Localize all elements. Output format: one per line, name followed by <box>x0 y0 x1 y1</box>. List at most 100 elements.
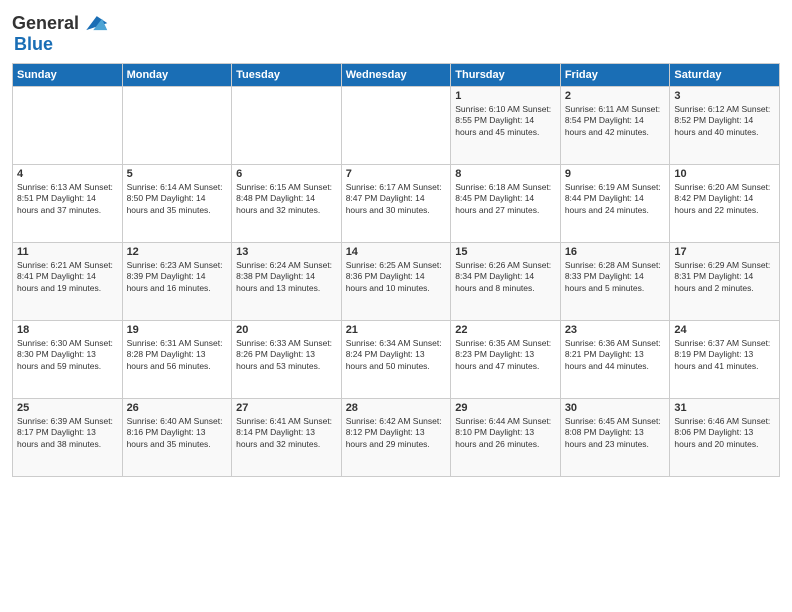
day-number: 31 <box>674 402 775 414</box>
calendar-cell: 27 Sunrise: 6:41 AM Sunset: 8:14 PM Dayli… <box>232 399 342 477</box>
day-number: 9 <box>565 168 666 180</box>
calendar-week-1: 1Sunrise: 6:10 AM Sunset: 8:55 PM Daylig… <box>13 87 780 165</box>
calendar-cell: 30 Sunrise: 6:45 AM Sunset: 8:08 PM Dayli… <box>560 399 670 477</box>
calendar-cell: 23 Sunrise: 6:36 AM Sunset: 8:21 PM Dayli… <box>560 321 670 399</box>
calendar-cell: 21Sunrise: 6:34 AM Sunset: 8:24 PM Dayli… <box>341 321 451 399</box>
day-info: Sunrise: 6:28 AM Sunset: 8:33 PM Dayligh… <box>565 260 666 294</box>
calendar-cell: 5 Sunrise: 6:14 AM Sunset: 8:50 PM Daylig… <box>122 165 232 243</box>
calendar-cell: 17 Sunrise: 6:29 AM Sunset: 8:31 PM Dayli… <box>670 243 780 321</box>
day-info: Sunrise: 6:20 AM Sunset: 8:42 PM Dayligh… <box>674 182 775 216</box>
day-number: 5 <box>127 168 228 180</box>
day-info: Sunrise: 6:19 AM Sunset: 8:44 PM Dayligh… <box>565 182 666 216</box>
calendar-week-5: 25Sunrise: 6:39 AM Sunset: 8:17 PM Dayli… <box>13 399 780 477</box>
calendar-header-row: SundayMondayTuesdayWednesdayThursdayFrid… <box>13 64 780 87</box>
weekday-header-saturday: Saturday <box>670 64 780 87</box>
day-number: 18 <box>17 324 118 336</box>
day-number: 19 <box>127 324 228 336</box>
calendar-cell <box>232 87 342 165</box>
day-info: Sunrise: 6:12 AM Sunset: 8:52 PM Dayligh… <box>674 104 775 138</box>
day-info: Sunrise: 6:15 AM Sunset: 8:48 PM Dayligh… <box>236 182 337 216</box>
calendar-cell <box>13 87 123 165</box>
day-info: Sunrise: 6:30 AM Sunset: 8:30 PM Dayligh… <box>17 338 118 372</box>
day-info: Sunrise: 6:33 AM Sunset: 8:26 PM Dayligh… <box>236 338 337 372</box>
calendar-cell: 31Sunrise: 6:46 AM Sunset: 8:06 PM Dayli… <box>670 399 780 477</box>
day-number: 14 <box>346 246 447 258</box>
day-number: 3 <box>674 90 775 102</box>
day-info: Sunrise: 6:17 AM Sunset: 8:47 PM Dayligh… <box>346 182 447 216</box>
day-info: Sunrise: 6:31 AM Sunset: 8:28 PM Dayligh… <box>127 338 228 372</box>
day-info: Sunrise: 6:26 AM Sunset: 8:34 PM Dayligh… <box>455 260 556 294</box>
weekday-header-thursday: Thursday <box>451 64 561 87</box>
day-number: 30 <box>565 402 666 414</box>
logo: General Blue <box>12 10 109 55</box>
day-info: Sunrise: 6:13 AM Sunset: 8:51 PM Dayligh… <box>17 182 118 216</box>
day-info: Sunrise: 6:45 AM Sunset: 8:08 PM Dayligh… <box>565 416 666 450</box>
day-info: Sunrise: 6:41 AM Sunset: 8:14 PM Dayligh… <box>236 416 337 450</box>
day-number: 23 <box>565 324 666 336</box>
day-info: Sunrise: 6:10 AM Sunset: 8:55 PM Dayligh… <box>455 104 556 138</box>
day-number: 17 <box>674 246 775 258</box>
day-number: 4 <box>17 168 118 180</box>
day-number: 15 <box>455 246 556 258</box>
page-header: General Blue <box>12 10 780 55</box>
day-info: Sunrise: 6:37 AM Sunset: 8:19 PM Dayligh… <box>674 338 775 372</box>
day-info: Sunrise: 6:24 AM Sunset: 8:38 PM Dayligh… <box>236 260 337 294</box>
calendar-cell: 13 Sunrise: 6:24 AM Sunset: 8:38 PM Dayli… <box>232 243 342 321</box>
day-info: Sunrise: 6:21 AM Sunset: 8:41 PM Dayligh… <box>17 260 118 294</box>
calendar-week-2: 4 Sunrise: 6:13 AM Sunset: 8:51 PM Daylig… <box>13 165 780 243</box>
day-info: Sunrise: 6:42 AM Sunset: 8:12 PM Dayligh… <box>346 416 447 450</box>
calendar-cell: 3 Sunrise: 6:12 AM Sunset: 8:52 PM Daylig… <box>670 87 780 165</box>
day-info: Sunrise: 6:18 AM Sunset: 8:45 PM Dayligh… <box>455 182 556 216</box>
calendar-cell: 14 Sunrise: 6:25 AM Sunset: 8:36 PM Dayli… <box>341 243 451 321</box>
day-number: 27 <box>236 402 337 414</box>
day-info: Sunrise: 6:11 AM Sunset: 8:54 PM Dayligh… <box>565 104 666 138</box>
calendar-cell: 28Sunrise: 6:42 AM Sunset: 8:12 PM Dayli… <box>341 399 451 477</box>
day-number: 10 <box>674 168 775 180</box>
calendar-cell: 22Sunrise: 6:35 AM Sunset: 8:23 PM Dayli… <box>451 321 561 399</box>
day-number: 13 <box>236 246 337 258</box>
calendar-cell: 9 Sunrise: 6:19 AM Sunset: 8:44 PM Daylig… <box>560 165 670 243</box>
calendar-cell: 12 Sunrise: 6:23 AM Sunset: 8:39 PM Dayli… <box>122 243 232 321</box>
calendar-cell: 6 Sunrise: 6:15 AM Sunset: 8:48 PM Daylig… <box>232 165 342 243</box>
weekday-header-friday: Friday <box>560 64 670 87</box>
day-info: Sunrise: 6:25 AM Sunset: 8:36 PM Dayligh… <box>346 260 447 294</box>
calendar-cell: 15 Sunrise: 6:26 AM Sunset: 8:34 PM Dayli… <box>451 243 561 321</box>
calendar-cell <box>341 87 451 165</box>
day-number: 29 <box>455 402 556 414</box>
weekday-header-wednesday: Wednesday <box>341 64 451 87</box>
day-number: 20 <box>236 324 337 336</box>
calendar-cell: 29Sunrise: 6:44 AM Sunset: 8:10 PM Dayli… <box>451 399 561 477</box>
weekday-header-monday: Monday <box>122 64 232 87</box>
day-number: 2 <box>565 90 666 102</box>
day-number: 6 <box>236 168 337 180</box>
day-info: Sunrise: 6:36 AM Sunset: 8:21 PM Dayligh… <box>565 338 666 372</box>
calendar-cell: 18 Sunrise: 6:30 AM Sunset: 8:30 PM Dayli… <box>13 321 123 399</box>
day-number: 12 <box>127 246 228 258</box>
day-info: Sunrise: 6:29 AM Sunset: 8:31 PM Dayligh… <box>674 260 775 294</box>
calendar-cell: 26 Sunrise: 6:40 AM Sunset: 8:16 PM Dayli… <box>122 399 232 477</box>
calendar-cell: 8Sunrise: 6:18 AM Sunset: 8:45 PM Daylig… <box>451 165 561 243</box>
logo-icon <box>81 10 109 38</box>
calendar-cell: 7 Sunrise: 6:17 AM Sunset: 8:47 PM Daylig… <box>341 165 451 243</box>
calendar-cell: 19 Sunrise: 6:31 AM Sunset: 8:28 PM Dayli… <box>122 321 232 399</box>
day-info: Sunrise: 6:40 AM Sunset: 8:16 PM Dayligh… <box>127 416 228 450</box>
weekday-header-sunday: Sunday <box>13 64 123 87</box>
day-info: Sunrise: 6:23 AM Sunset: 8:39 PM Dayligh… <box>127 260 228 294</box>
page-container: General Blue SundayMondayTuesdayWednesda… <box>0 0 792 485</box>
calendar-cell: 11Sunrise: 6:21 AM Sunset: 8:41 PM Dayli… <box>13 243 123 321</box>
day-number: 24 <box>674 324 775 336</box>
day-info: Sunrise: 6:35 AM Sunset: 8:23 PM Dayligh… <box>455 338 556 372</box>
calendar-table: SundayMondayTuesdayWednesdayThursdayFrid… <box>12 63 780 477</box>
calendar-cell: 24 Sunrise: 6:37 AM Sunset: 8:19 PM Dayli… <box>670 321 780 399</box>
calendar-cell: 10 Sunrise: 6:20 AM Sunset: 8:42 PM Dayli… <box>670 165 780 243</box>
day-info: Sunrise: 6:14 AM Sunset: 8:50 PM Dayligh… <box>127 182 228 216</box>
day-info: Sunrise: 6:39 AM Sunset: 8:17 PM Dayligh… <box>17 416 118 450</box>
day-number: 26 <box>127 402 228 414</box>
calendar-cell: 16Sunrise: 6:28 AM Sunset: 8:33 PM Dayli… <box>560 243 670 321</box>
calendar-cell: 4 Sunrise: 6:13 AM Sunset: 8:51 PM Daylig… <box>13 165 123 243</box>
calendar-cell: 25Sunrise: 6:39 AM Sunset: 8:17 PM Dayli… <box>13 399 123 477</box>
calendar-cell: 20 Sunrise: 6:33 AM Sunset: 8:26 PM Dayli… <box>232 321 342 399</box>
weekday-header-tuesday: Tuesday <box>232 64 342 87</box>
calendar-week-4: 18 Sunrise: 6:30 AM Sunset: 8:30 PM Dayli… <box>13 321 780 399</box>
day-number: 7 <box>346 168 447 180</box>
